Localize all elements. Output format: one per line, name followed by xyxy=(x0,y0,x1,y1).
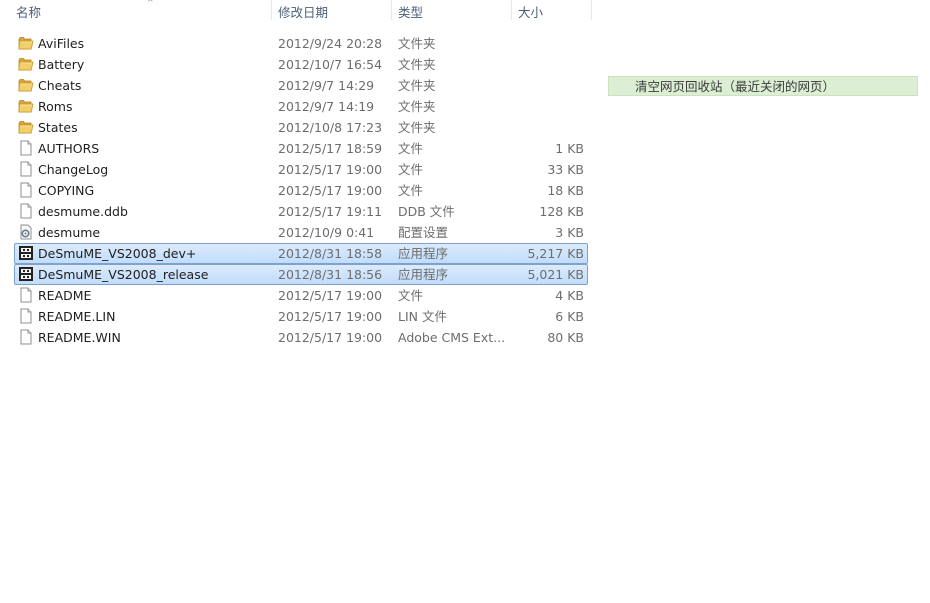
file-date: 2012/5/17 19:00 xyxy=(278,183,383,198)
file-size: 6 KB xyxy=(555,309,584,324)
file-row[interactable]: AviFiles 2012/9/24 20:28 文件夹 xyxy=(0,33,600,54)
file-name: README xyxy=(38,288,92,303)
file-name: desmume xyxy=(38,225,101,240)
file-name: desmume.ddb xyxy=(38,204,128,219)
file-type: 应用程序 xyxy=(398,267,449,282)
file-type: 文件 xyxy=(398,162,424,177)
file-icon xyxy=(18,161,34,177)
file-row[interactable]: DeSmuME_VS2008_release 2012/8/31 18:56 应用程… xyxy=(0,264,600,285)
file-icon xyxy=(18,308,34,324)
file-row[interactable]: States 2012/10/8 17:23 文件夹 xyxy=(0,117,600,138)
file-size: 80 KB xyxy=(547,330,584,345)
file-name: README.LIN xyxy=(38,309,116,324)
file-date: 2012/5/17 19:00 xyxy=(278,288,383,303)
file-type: 文件 xyxy=(398,141,424,156)
file-row[interactable]: Battery 2012/10/7 16:54 文件夹 xyxy=(0,54,600,75)
column-header-date-label: 修改日期 xyxy=(278,5,329,20)
file-type: 文件夹 xyxy=(398,36,436,51)
file-type: 应用程序 xyxy=(398,246,449,261)
file-name: Cheats xyxy=(38,78,82,93)
file-name: ChangeLog xyxy=(38,162,109,177)
banner-label: 清空网页回收站（最近关闭的网页） xyxy=(635,79,836,94)
file-row[interactable]: ChangeLog 2012/5/17 19:00 文件 33 KB xyxy=(0,159,600,180)
file-row[interactable]: desmume 2012/10/9 0:41 配置设置 3 KB xyxy=(0,222,600,243)
file-type: LIN 文件 xyxy=(398,309,447,324)
application-icon xyxy=(18,266,34,282)
file-size: 5,217 KB xyxy=(527,246,584,261)
file-size: 33 KB xyxy=(547,162,584,177)
file-date: 2012/8/31 18:58 xyxy=(278,246,383,261)
file-name: README.WIN xyxy=(38,330,121,345)
file-row[interactable]: README 2012/5/17 19:00 文件 4 KB xyxy=(0,285,600,306)
file-row[interactable]: Roms 2012/9/7 14:19 文件夹 xyxy=(0,96,600,117)
file-date: 2012/10/8 17:23 xyxy=(278,120,383,135)
file-icon xyxy=(18,203,34,219)
column-header-type-label: 类型 xyxy=(398,5,424,20)
file-name: States xyxy=(38,120,78,135)
file-name: Roms xyxy=(38,99,73,114)
file-date: 2012/5/17 18:59 xyxy=(278,141,383,156)
file-type: 文件夹 xyxy=(398,99,436,114)
file-type: Adobe CMS Ext... xyxy=(398,330,506,345)
file-date: 2012/10/7 16:54 xyxy=(278,57,383,72)
folder-icon xyxy=(18,77,34,93)
file-name: DeSmuME_VS2008_release xyxy=(38,267,209,282)
column-divider[interactable] xyxy=(591,0,592,20)
file-date: 2012/5/17 19:11 xyxy=(278,204,383,219)
file-name: AviFiles xyxy=(38,36,85,51)
file-icon xyxy=(18,329,34,345)
file-date: 2012/9/7 14:29 xyxy=(278,78,375,93)
file-size: 128 KB xyxy=(539,204,584,219)
application-icon xyxy=(18,245,34,261)
column-header-type[interactable]: 类型 xyxy=(392,0,510,24)
file-name: Battery xyxy=(38,57,85,72)
folder-icon xyxy=(18,35,34,51)
clear-web-recycle-bin-banner[interactable]: 清空网页回收站（最近关闭的网页） xyxy=(608,76,918,96)
column-header-name[interactable]: 名称 ^ xyxy=(10,0,272,24)
folder-icon xyxy=(18,56,34,72)
file-name: COPYING xyxy=(38,183,95,198)
file-date: 2012/8/31 18:56 xyxy=(278,267,383,282)
file-size: 5,021 KB xyxy=(527,267,584,282)
file-type: 文件 xyxy=(398,288,424,303)
file-row[interactable]: Cheats 2012/9/7 14:29 文件夹 xyxy=(0,75,600,96)
column-header-name-label: 名称 xyxy=(16,5,42,20)
file-type: 配置设置 xyxy=(398,225,449,240)
file-icon xyxy=(18,182,34,198)
file-date: 2012/10/9 0:41 xyxy=(278,225,375,240)
file-size: 4 KB xyxy=(555,288,584,303)
file-type: 文件夹 xyxy=(398,120,436,135)
column-header-bar: 名称 ^ 修改日期 类型 大小 xyxy=(0,0,600,26)
file-size: 18 KB xyxy=(547,183,584,198)
file-row[interactable]: DeSmuME_VS2008_dev+ 2012/8/31 18:58 应用程序 5,… xyxy=(0,243,600,264)
file-date: 2012/5/17 19:00 xyxy=(278,162,383,177)
column-header-size[interactable]: 大小 xyxy=(512,0,592,24)
file-name: DeSmuME_VS2008_dev+ xyxy=(38,246,197,261)
folder-icon xyxy=(18,119,34,135)
column-header-size-label: 大小 xyxy=(518,5,544,20)
sort-ascending-icon: ^ xyxy=(147,0,154,7)
file-icon xyxy=(18,287,34,303)
file-date: 2012/5/17 19:00 xyxy=(278,330,383,345)
file-date: 2012/9/24 20:28 xyxy=(278,36,383,51)
settings-file-icon xyxy=(18,224,34,240)
file-list: AviFiles 2012/9/24 20:28 文件夹 Battery 2012/10… xyxy=(0,33,600,348)
file-name: AUTHORS xyxy=(38,141,100,156)
file-type: 文件 xyxy=(398,183,424,198)
file-size: 1 KB xyxy=(555,141,584,156)
file-row[interactable]: README.WIN 2012/5/17 19:00 Adobe CMS Ext..… xyxy=(0,327,600,348)
file-type: 文件夹 xyxy=(398,57,436,72)
file-row[interactable]: AUTHORS 2012/5/17 18:59 文件 1 KB xyxy=(0,138,600,159)
folder-icon xyxy=(18,98,34,114)
file-type: DDB 文件 xyxy=(398,204,455,219)
file-type: 文件夹 xyxy=(398,78,436,93)
file-row[interactable]: desmume.ddb 2012/5/17 19:11 DDB 文件 128 KB xyxy=(0,201,600,222)
file-row[interactable]: README.LIN 2012/5/17 19:00 LIN 文件 6 KB xyxy=(0,306,600,327)
file-date: 2012/9/7 14:19 xyxy=(278,99,375,114)
file-date: 2012/5/17 19:00 xyxy=(278,309,383,324)
file-row[interactable]: COPYING 2012/5/17 19:00 文件 18 KB xyxy=(0,180,600,201)
file-icon xyxy=(18,140,34,156)
file-size: 3 KB xyxy=(555,225,584,240)
column-header-date[interactable]: 修改日期 xyxy=(272,0,390,24)
